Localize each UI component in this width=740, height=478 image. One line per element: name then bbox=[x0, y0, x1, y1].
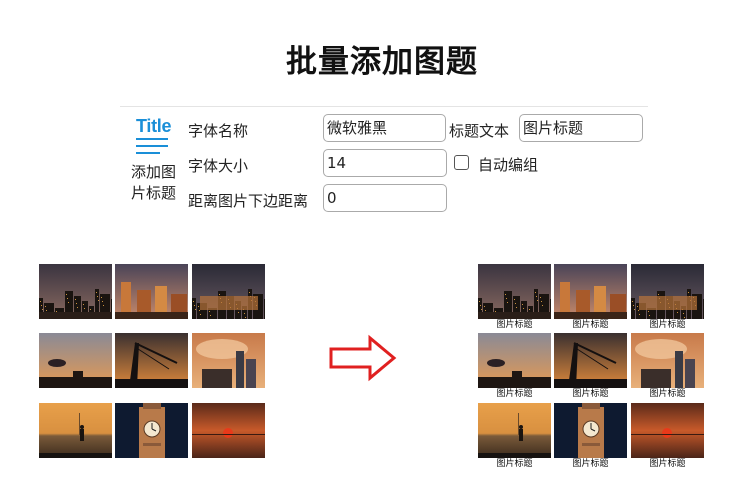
photo-tile bbox=[478, 333, 551, 388]
caption-text-field[interactable]: 图片标题 bbox=[519, 114, 643, 142]
right-arrow-icon bbox=[329, 334, 397, 382]
photo-image bbox=[631, 333, 704, 388]
photo-tile bbox=[115, 403, 188, 458]
photo-tile bbox=[631, 403, 704, 458]
photo-caption: 图片标题 bbox=[649, 459, 686, 469]
logo-caption: 添加图片标题 bbox=[131, 163, 177, 202]
photo-tile bbox=[478, 264, 551, 319]
photo-tile bbox=[115, 333, 188, 388]
photo-caption: 图片标题 bbox=[572, 389, 609, 399]
photo-tile bbox=[554, 333, 627, 388]
photo-image bbox=[115, 403, 188, 458]
photo-tile bbox=[631, 264, 704, 319]
photo-image bbox=[554, 403, 627, 458]
photo-image bbox=[631, 264, 704, 319]
photo-image bbox=[115, 333, 188, 388]
font-size-label: 字体大小 bbox=[188, 157, 249, 175]
photo-tile bbox=[192, 264, 265, 319]
photo-image bbox=[39, 333, 112, 388]
photo-tile bbox=[39, 403, 112, 458]
photo-tile bbox=[478, 403, 551, 458]
photo-caption: 图片标题 bbox=[496, 459, 533, 469]
distance-field[interactable]: 0 bbox=[323, 184, 447, 212]
logo-title-text: Title bbox=[136, 116, 172, 136]
photo-image bbox=[192, 403, 265, 458]
photo-tile bbox=[554, 403, 627, 458]
photo-tile bbox=[192, 403, 265, 458]
photo-image bbox=[478, 333, 551, 388]
photo-tile bbox=[554, 264, 627, 319]
photo-tile bbox=[39, 264, 112, 319]
font-name-label: 字体名称 bbox=[188, 122, 249, 140]
distance-label: 距离图片下边距离 bbox=[188, 192, 309, 210]
caption-text-label: 标题文本 bbox=[449, 122, 510, 140]
logo-lines-icon bbox=[136, 138, 168, 159]
font-size-field[interactable]: 14 bbox=[323, 149, 447, 177]
photo-image bbox=[39, 403, 112, 458]
photo-caption: 图片标题 bbox=[496, 389, 533, 399]
photo-image bbox=[39, 264, 112, 319]
photo-image bbox=[554, 333, 627, 388]
plugin-logo: Title 添加图片标题 bbox=[131, 116, 183, 206]
photo-caption: 图片标题 bbox=[572, 320, 609, 330]
photo-image bbox=[115, 264, 188, 319]
photo-image bbox=[631, 403, 704, 458]
photo-tile bbox=[115, 264, 188, 319]
photo-tile bbox=[192, 333, 265, 388]
photo-image bbox=[478, 264, 551, 319]
auto-group-label[interactable]: 自动编组 bbox=[478, 154, 538, 175]
photo-tile bbox=[631, 333, 704, 388]
photo-caption: 图片标题 bbox=[649, 389, 686, 399]
photo-caption: 图片标题 bbox=[572, 459, 609, 469]
page-title: 批量添加图题 bbox=[286, 44, 478, 80]
divider bbox=[120, 106, 648, 107]
font-name-field[interactable]: 微软雅黑 bbox=[323, 114, 446, 142]
photo-image bbox=[478, 403, 551, 458]
photo-tile bbox=[39, 333, 112, 388]
photo-image bbox=[192, 264, 265, 319]
photo-caption: 图片标题 bbox=[649, 320, 686, 330]
photo-image bbox=[192, 333, 265, 388]
auto-group-checkbox[interactable] bbox=[454, 155, 469, 170]
photo-caption: 图片标题 bbox=[496, 320, 533, 330]
photo-image bbox=[554, 264, 627, 319]
